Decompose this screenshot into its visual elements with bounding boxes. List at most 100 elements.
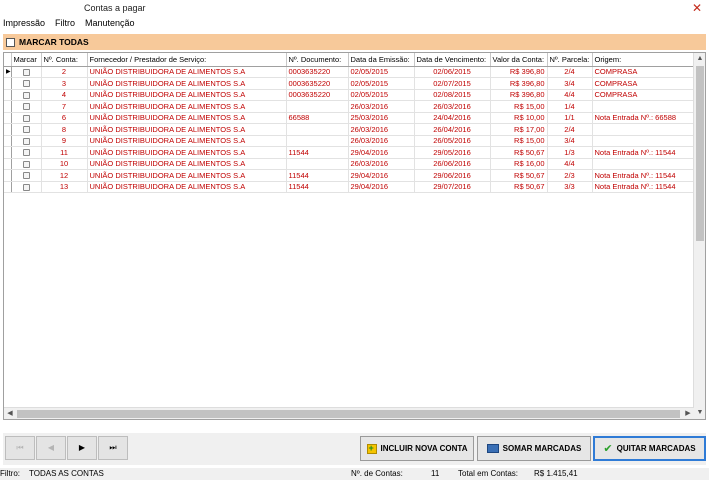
col-fornecedor[interactable]: Fornecedor / Prestador de Serviço: (87, 53, 287, 67)
col-vencimento[interactable]: Data de Vencimento: (414, 53, 491, 67)
title-bar: Contas a pagar ✕ (0, 0, 709, 17)
close-icon[interactable]: ✕ (691, 1, 703, 15)
total-label: Total em Contas: (458, 469, 519, 478)
marcar-todas-label[interactable]: MARCAR TODAS (19, 37, 89, 47)
num-contas-value: 11 (431, 469, 440, 478)
row-selector-header (4, 53, 12, 67)
table-row[interactable]: 7 UNIÃO DISTRIBUIDORA DE ALIMENTOS S.A 26/… (4, 100, 695, 113)
table-header: Marcar Nº. Conta: Fornecedor / Prestador… (4, 53, 695, 67)
row-checkbox[interactable] (22, 91, 30, 99)
row-checkbox[interactable] (22, 183, 30, 191)
col-documento[interactable]: Nº. Documento: (286, 53, 349, 67)
check-icon: ✔ (603, 443, 613, 455)
horizontal-scroll-thumb[interactable] (17, 410, 680, 418)
scroll-right-icon[interactable]: ▶ (682, 408, 694, 419)
col-origem[interactable]: Origem: (592, 53, 695, 67)
next-record-button[interactable]: ▶ (67, 436, 97, 460)
row-checkbox[interactable] (22, 149, 30, 157)
cell-documento: 0003635220 (286, 77, 349, 90)
cell-vencimento: 24/04/2016 (414, 112, 491, 124)
cell-valor: R$ 396,80 (490, 89, 548, 101)
vertical-scroll-thumb[interactable] (696, 66, 704, 241)
prev-record-button[interactable]: ◀ (36, 436, 66, 460)
somar-marcadas-button[interactable]: SOMAR MARCADAS (477, 436, 591, 461)
scroll-down-icon[interactable]: ▼ (694, 407, 705, 419)
cell-emissao: 29/04/2016 (348, 181, 415, 193)
table-row[interactable]: 10 UNIÃO DISTRIBUIDORA DE ALIMENTOS S.A 26… (4, 158, 695, 170)
cell-origem (592, 135, 695, 147)
cell-conta: 6 (41, 112, 88, 124)
col-marcar[interactable]: Marcar (11, 53, 42, 67)
cell-vencimento: 26/06/2016 (414, 158, 491, 170)
col-valor[interactable]: Valor da Conta: (490, 53, 548, 67)
cell-fornecedor: UNIÃO DISTRIBUIDORA DE ALIMENTOS S.A (87, 112, 287, 124)
vertical-scrollbar[interactable]: ▲ ▼ (693, 53, 705, 419)
row-selector[interactable] (4, 146, 12, 159)
table-row[interactable]: 13 UNIÃO DISTRIBUIDORA DE ALIMENTOS S.A 11… (4, 181, 695, 193)
table-row[interactable]: 9 UNIÃO DISTRIBUIDORA DE ALIMENTOS S.A 26/… (4, 135, 695, 147)
quitar-marcadas-button[interactable]: ✔ QUITAR MARCADAS (593, 436, 706, 461)
table-row[interactable]: 6 UNIÃO DISTRIBUIDORA DE ALIMENTOS S.A 665… (4, 112, 695, 124)
menu-impressao[interactable]: Impressão (3, 18, 45, 32)
row-checkbox[interactable] (22, 160, 30, 168)
row-checkbox[interactable] (22, 114, 30, 122)
marcar-todas-checkbox[interactable] (6, 37, 15, 47)
menu-manutencao[interactable]: Manutenção (85, 18, 135, 32)
table-row[interactable]: ▶ 2 UNIÃO DISTRIBUIDORA DE ALIMENTOS S.A 00… (4, 66, 695, 78)
cell-vencimento: 02/06/2015 (414, 66, 491, 78)
row-checkbox[interactable] (22, 172, 30, 180)
table-row[interactable]: 11 UNIÃO DISTRIBUIDORA DE ALIMENTOS S.A 11… (4, 146, 695, 159)
cell-documento: 0003635220 (286, 89, 349, 101)
row-selector[interactable] (4, 100, 12, 113)
cell-parcela: 4/4 (547, 158, 593, 170)
col-parcela[interactable]: Nº. Parcela: (547, 53, 593, 67)
row-selector[interactable] (4, 158, 12, 170)
cell-vencimento: 29/05/2016 (414, 146, 491, 159)
last-record-button[interactable]: ⏭ (98, 436, 128, 460)
cell-emissao: 29/04/2016 (348, 169, 415, 182)
scroll-up-icon[interactable]: ▲ (694, 53, 705, 65)
row-checkbox[interactable] (22, 80, 30, 88)
cell-documento: 66588 (286, 112, 349, 124)
incluir-nova-conta-button[interactable]: INCLUIR NOVA CONTA (360, 436, 474, 461)
cell-parcela: 4/4 (547, 89, 593, 101)
col-conta[interactable]: Nº. Conta: (41, 53, 88, 67)
row-checkbox[interactable] (22, 103, 30, 111)
row-selector[interactable] (4, 181, 12, 193)
row-selector[interactable] (4, 123, 12, 136)
table-row[interactable]: 8 UNIÃO DISTRIBUIDORA DE ALIMENTOS S.A 26/… (4, 123, 695, 136)
current-row-indicator[interactable]: ▶ (4, 66, 12, 78)
cell-emissao: 02/05/2015 (348, 89, 415, 101)
menu-filtro[interactable]: Filtro (55, 18, 75, 32)
contas-table: Marcar Nº. Conta: Fornecedor / Prestador… (4, 53, 695, 193)
horizontal-scrollbar[interactable]: ◀ ▶ (4, 407, 694, 419)
row-checkbox[interactable] (22, 137, 30, 145)
cell-vencimento: 26/03/2016 (414, 100, 491, 113)
marcar-cell (11, 146, 42, 159)
calculator-icon (486, 444, 499, 453)
row-selector[interactable] (4, 135, 12, 147)
row-checkbox[interactable] (22, 126, 30, 134)
table-row[interactable]: 3 UNIÃO DISTRIBUIDORA DE ALIMENTOS S.A 000… (4, 77, 695, 90)
bottom-toolbar: ⏮ ◀ ▶ ⏭ INCLUIR NOVA CONTA SOMAR MARCADA… (3, 433, 706, 465)
cell-conta: 3 (41, 77, 88, 90)
window-title: Contas a pagar (84, 3, 146, 13)
row-selector[interactable] (4, 169, 12, 182)
table-row[interactable]: 4 UNIÃO DISTRIBUIDORA DE ALIMENTOS S.A 000… (4, 89, 695, 101)
table-row[interactable]: 12 UNIÃO DISTRIBUIDORA DE ALIMENTOS S.A 11… (4, 169, 695, 182)
marcar-cell (11, 181, 42, 193)
cell-emissao: 02/05/2015 (348, 66, 415, 78)
cell-emissao: 26/03/2016 (348, 123, 415, 136)
cell-valor: R$ 50,67 (490, 181, 548, 193)
col-emissao[interactable]: Data da Emissão: (348, 53, 415, 67)
first-record-button[interactable]: ⏮ (5, 436, 35, 460)
contas-grid: Marcar Nº. Conta: Fornecedor / Prestador… (3, 52, 706, 420)
row-selector[interactable] (4, 89, 12, 101)
scroll-left-icon[interactable]: ◀ (4, 408, 16, 419)
row-selector[interactable] (4, 77, 12, 90)
row-selector[interactable] (4, 112, 12, 124)
cell-fornecedor: UNIÃO DISTRIBUIDORA DE ALIMENTOS S.A (87, 89, 287, 101)
row-checkbox[interactable] (22, 68, 30, 76)
cell-parcela: 2/4 (547, 123, 593, 136)
cell-fornecedor: UNIÃO DISTRIBUIDORA DE ALIMENTOS S.A (87, 169, 287, 182)
